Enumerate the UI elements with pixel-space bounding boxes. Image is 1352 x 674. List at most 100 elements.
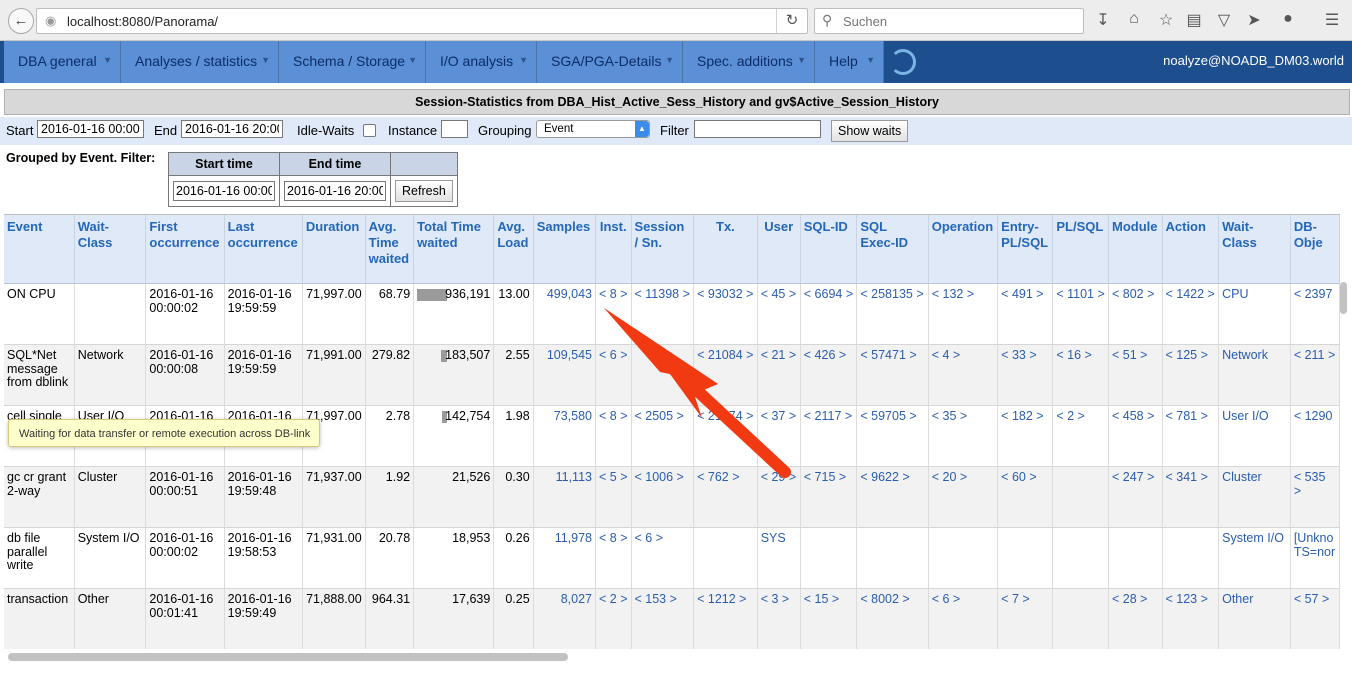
cell-plsql[interactable]: < 16 > <box>1052 344 1109 406</box>
search-bar[interactable]: ⚲ <box>814 8 1084 34</box>
cell-sql-id[interactable]: < 2117 > <box>800 405 858 467</box>
cell-db-obj[interactable]: < 2397 <box>1290 283 1340 345</box>
cell-wait-class2[interactable]: Network <box>1218 344 1291 406</box>
download-icon[interactable]: ↧ <box>1092 10 1114 30</box>
cell-operation[interactable]: < 35 > <box>928 405 999 467</box>
cell-operation[interactable] <box>928 527 999 589</box>
cell-module[interactable] <box>1108 527 1163 589</box>
cell-plsql[interactable] <box>1052 527 1109 589</box>
search-input[interactable] <box>841 12 1075 31</box>
cell-action[interactable]: < 125 > <box>1162 344 1220 406</box>
cell-plsql[interactable]: < 2 > <box>1052 405 1109 467</box>
cell-exec-id[interactable]: < 8002 > <box>856 588 929 649</box>
table-row[interactable]: transaction Other 2016-01-16 00:01:41 2016-… <box>4 588 1340 649</box>
cell-sql-id[interactable]: < 426 > <box>800 344 858 406</box>
cell-session[interactable]: < 6 > <box>631 527 695 589</box>
reload-icon[interactable]: ↻ <box>776 9 807 33</box>
cell-wait-class2[interactable]: User I/O <box>1218 405 1291 467</box>
cell-module[interactable]: < 802 > <box>1108 283 1163 345</box>
show-waits-button[interactable]: Show waits <box>831 120 909 142</box>
end-input[interactable] <box>181 120 283 138</box>
menu-analyses-statistics[interactable]: Analyses / statistics ▼ <box>121 41 279 83</box>
cell-tx[interactable]: < 762 > <box>693 466 758 528</box>
cell-samples[interactable]: 8,027 <box>533 588 597 649</box>
back-arrow-icon[interactable]: ← <box>8 8 34 34</box>
column-header-total-time[interactable]: Total Time waited <box>413 215 495 284</box>
column-header-exec-id[interactable]: SQL Exec-ID <box>856 215 929 284</box>
cell-db-obj[interactable]: < 211 > <box>1290 344 1340 406</box>
cell-entry-plsql[interactable] <box>997 527 1054 589</box>
cell-operation[interactable]: < 132 > <box>928 283 999 345</box>
cell-entry-plsql[interactable]: < 491 > <box>997 283 1054 345</box>
cell-module[interactable]: < 51 > <box>1108 344 1163 406</box>
filter-input[interactable] <box>694 120 821 138</box>
cell-sql-id[interactable]: < 715 > <box>800 466 858 528</box>
cell-inst[interactable]: < 6 > <box>595 344 632 406</box>
cell-sql-id[interactable] <box>800 527 858 589</box>
column-header-module[interactable]: Module <box>1108 215 1163 284</box>
cell-action[interactable]: < 1422 > <box>1162 283 1220 345</box>
column-header-wait-class[interactable]: Wait-Class <box>74 215 147 284</box>
column-header-operation[interactable]: Operation <box>928 215 999 284</box>
cell-module[interactable]: < 28 > <box>1108 588 1163 649</box>
cell-wait-class2[interactable]: Cluster <box>1218 466 1291 528</box>
cell-operation[interactable]: < 6 > <box>928 588 999 649</box>
pocket-icon[interactable]: ▽ <box>1213 10 1235 30</box>
cell-inst[interactable]: < 5 > <box>595 466 632 528</box>
start-input[interactable] <box>37 120 144 138</box>
menu-dba-general[interactable]: DBA general ▼ <box>4 41 121 83</box>
cell-tx[interactable]: < 21774 > <box>693 405 758 467</box>
column-header-action[interactable]: Action <box>1162 215 1220 284</box>
cell-user[interactable]: < 21 > <box>757 344 801 406</box>
cell-tx[interactable]: < 21084 > <box>693 344 758 406</box>
hamburger-menu-icon[interactable]: ☰ <box>1321 10 1343 30</box>
table-row[interactable]: gc cr grant 2-way Cluster 2016-01-16 00:00… <box>4 466 1340 528</box>
column-header-first[interactable]: First occurrence <box>145 215 225 284</box>
table-row[interactable]: SQL*Net message from dblink Network 2016-0… <box>4 344 1340 406</box>
cell-db-obj[interactable]: < 1290 <box>1290 405 1340 467</box>
cell-exec-id[interactable]: < 258135 > <box>856 283 929 345</box>
cell-user[interactable]: < 3 > <box>757 588 801 649</box>
cell-operation[interactable]: < 20 > <box>928 466 999 528</box>
cell-db-obj[interactable]: < 535 > <box>1290 466 1340 528</box>
cell-tx[interactable] <box>693 527 758 589</box>
menu-schema-storage[interactable]: Schema / Storage ▼ <box>279 41 426 83</box>
cell-sql-id[interactable]: < 15 > <box>800 588 858 649</box>
cell-wait-class2[interactable]: Other <box>1218 588 1291 649</box>
cell-action[interactable]: < 341 > <box>1162 466 1220 528</box>
menu-sga-pga-details[interactable]: SGA/PGA-Details ▼ <box>537 41 683 83</box>
cell-db-obj[interactable]: < 57 > <box>1290 588 1340 649</box>
cell-samples[interactable]: 499,043 <box>533 283 597 345</box>
column-header-duration[interactable]: Duration <box>302 215 366 284</box>
horizontal-scrollbar[interactable] <box>4 652 1340 662</box>
grouping-select[interactable]: Event ▲ <box>536 120 650 138</box>
menu-help[interactable]: Help ▼ <box>815 41 884 83</box>
cell-user[interactable]: < 45 > <box>757 283 801 345</box>
column-header-tx[interactable]: Tx. <box>693 215 758 284</box>
cell-sql-id[interactable]: < 6694 > <box>800 283 858 345</box>
chat-icon[interactable]: ● <box>1277 10 1299 28</box>
cell-action[interactable] <box>1162 527 1220 589</box>
column-header-plsql[interactable]: PL/SQL <box>1052 215 1109 284</box>
table-row[interactable]: db file parallel write System I/O 2016-01-… <box>4 527 1340 589</box>
cell-entry-plsql[interactable]: < 33 > <box>997 344 1054 406</box>
cell-user[interactable]: < 37 > <box>757 405 801 467</box>
cell-action[interactable]: < 123 > <box>1162 588 1220 649</box>
cell-exec-id[interactable]: < 9622 > <box>856 466 929 528</box>
cell-samples[interactable]: 11,113 <box>533 466 597 528</box>
cell-session[interactable]: < 11398 > <box>631 283 695 345</box>
cell-operation[interactable]: < 4 > <box>928 344 999 406</box>
cell-entry-plsql[interactable]: < 7 > <box>997 588 1054 649</box>
cell-module[interactable]: < 247 > <box>1108 466 1163 528</box>
menu-io-analysis[interactable]: I/O analysis ▼ <box>426 41 537 83</box>
idle-waits-checkbox[interactable] <box>363 124 376 137</box>
cell-db-obj[interactable]: [Unkno TS=nor <box>1290 527 1340 589</box>
cell-user[interactable]: < 29 > <box>757 466 801 528</box>
column-header-event[interactable]: Event <box>4 215 75 284</box>
horizontal-scroll-thumb[interactable] <box>8 653 568 661</box>
cell-inst[interactable]: < 8 > <box>595 405 632 467</box>
vertical-scroll-thumb[interactable] <box>1340 282 1347 314</box>
cell-inst[interactable]: < 2 > <box>595 588 632 649</box>
cell-tx[interactable]: < 1212 > <box>693 588 758 649</box>
url-bar[interactable]: ◉ localhost:8080/Panorama/ ↻ <box>36 8 808 34</box>
